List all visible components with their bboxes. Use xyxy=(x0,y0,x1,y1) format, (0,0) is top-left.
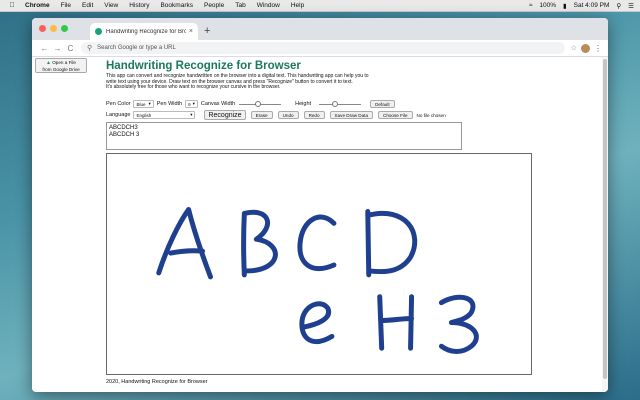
chevron-down-icon: ▾ xyxy=(192,101,195,106)
tab-handwriting[interactable]: Handwriting Recognize for Bro × xyxy=(90,23,198,40)
minimize-window-icon[interactable] xyxy=(50,25,57,32)
menu-history[interactable]: History xyxy=(129,2,149,9)
maximize-window-icon[interactable] xyxy=(61,25,68,32)
battery-icon[interactable]: ▮ xyxy=(563,2,567,10)
control-center-icon[interactable]: ☰ xyxy=(628,2,634,10)
erase-button[interactable]: Erase xyxy=(250,111,273,119)
reload-button[interactable]: C xyxy=(64,44,77,53)
stroke-digit-3 xyxy=(438,294,479,354)
menu-bookmarks[interactable]: Bookmarks xyxy=(160,2,193,9)
no-file-chosen-text: No file chosen xyxy=(416,112,446,118)
menu-view[interactable]: View xyxy=(104,2,118,9)
save-draw-data-button[interactable]: Save Draw Data xyxy=(329,111,373,119)
browser-menu-icon[interactable]: ⋮ xyxy=(594,44,602,53)
drive-button-line2: from Google Drive xyxy=(42,66,80,72)
battery-percent[interactable]: 100% xyxy=(539,2,556,9)
page-title: Handwriting Recognize for Browser xyxy=(106,60,301,72)
tab-close-icon[interactable]: × xyxy=(189,28,193,35)
wifi-icon[interactable]: ≈ xyxy=(529,2,533,9)
macos-menu-bar:  Chrome File Edit View History Bookmark… xyxy=(0,0,640,12)
stroke-letter-d xyxy=(365,209,418,278)
bookmark-star-icon[interactable]: ☆ xyxy=(571,44,577,52)
stroke-letter-c xyxy=(297,214,337,272)
scrollbar-thumb[interactable] xyxy=(603,59,607,379)
result-line: ABCDCH3 xyxy=(109,125,138,131)
google-drive-icon: ▲ xyxy=(46,60,51,66)
menu-extras: ≈ 100% ▮ Sat 4:09 PM ⚲ ☰ xyxy=(522,2,634,10)
pen-color-value: Blue xyxy=(136,101,146,107)
language-select[interactable]: English ▾ xyxy=(133,111,196,119)
browser-toolbar: ← → C ⚲ Search Google or type a URL ☆ ⋮ xyxy=(32,40,608,57)
menu-app-chrome[interactable]: Chrome xyxy=(25,2,50,9)
canvas-width-slider[interactable] xyxy=(239,100,282,108)
slider-track xyxy=(319,103,362,105)
page-footer: 2020, Handwriting Recognize for Browser xyxy=(106,379,208,385)
pen-width-label: Pen Width xyxy=(156,101,183,107)
browser-window: Handwriting Recognize for Bro × + ← → C … xyxy=(32,18,608,392)
stroke-letter-b xyxy=(241,209,278,278)
action-row: Language English ▾ Recognize Erase Undo … xyxy=(106,110,446,120)
tab-strip: Handwriting Recognize for Bro × + xyxy=(32,18,608,40)
recognize-button[interactable]: Recognize xyxy=(204,110,246,120)
drive-button-line1: Open a File xyxy=(52,60,76,65)
toolbar-right: ☆ ⋮ xyxy=(571,43,602,53)
back-button[interactable]: ← xyxy=(38,44,51,53)
open-google-drive-button[interactable]: ▲ Open a File from Google Drive xyxy=(35,58,87,73)
window-controls xyxy=(39,25,72,32)
language-value: English xyxy=(136,112,152,118)
page-scrollbar[interactable] xyxy=(602,57,608,391)
height-label: Height xyxy=(295,101,312,107)
recognition-result-textarea[interactable]: ABCDCH3 ABCDCH 3 xyxy=(106,122,462,150)
slider-knob[interactable] xyxy=(331,100,338,107)
close-window-icon[interactable] xyxy=(39,25,46,32)
search-icon[interactable]: ⚲ xyxy=(616,2,621,10)
description-line: It's absolutely free for those who want … xyxy=(106,84,281,91)
menu-help[interactable]: Help xyxy=(291,2,304,9)
profile-avatar[interactable] xyxy=(581,43,590,53)
pen-color-select[interactable]: Blue ▾ xyxy=(133,100,154,108)
canvas-width-label: Canvas Width xyxy=(200,101,236,107)
result-line: ABCDCH 3 xyxy=(109,132,140,138)
slider-knob[interactable] xyxy=(255,100,262,107)
height-slider[interactable] xyxy=(319,100,362,108)
stroke-letter-e xyxy=(299,301,335,344)
chevron-down-icon: ▾ xyxy=(148,101,151,106)
language-label: Language xyxy=(106,112,131,118)
new-tab-button[interactable]: + xyxy=(204,25,210,37)
tab-title: Handwriting Recognize for Bro xyxy=(106,28,186,35)
pen-color-label: Pen Color xyxy=(106,101,131,107)
pen-settings-row: Pen Color Blue ▾ Pen Width 9 ▾ Canvas Wi… xyxy=(106,100,395,108)
app-description: This app can convert and recognize handw… xyxy=(106,73,446,91)
address-placeholder: Search Google or type a URL xyxy=(97,45,176,51)
stroke-letter-h xyxy=(377,294,415,351)
address-bar[interactable]: ⚲ Search Google or type a URL xyxy=(81,42,565,54)
page-content: ▲ Open a File from Google Drive Handwrit… xyxy=(32,57,608,391)
drawing-canvas[interactable] xyxy=(106,153,532,375)
pen-width-value: 9 xyxy=(188,101,191,107)
redo-button[interactable]: Redo xyxy=(303,111,325,119)
site-favicon-icon xyxy=(95,28,102,35)
menu-tab[interactable]: Tab xyxy=(235,2,245,9)
apple-menu-icon[interactable]:  xyxy=(8,2,16,9)
menu-file[interactable]: File xyxy=(61,2,71,9)
menu-people[interactable]: People xyxy=(204,2,224,9)
pen-width-select[interactable]: 9 ▾ xyxy=(185,100,198,108)
default-button[interactable]: Default xyxy=(370,100,395,108)
forward-button[interactable]: → xyxy=(51,44,64,53)
menu-edit[interactable]: Edit xyxy=(82,2,93,9)
undo-button[interactable]: Undo xyxy=(277,111,299,119)
menu-window[interactable]: Window xyxy=(257,2,280,9)
chevron-down-icon: ▾ xyxy=(190,112,193,117)
handwriting-strokes xyxy=(156,207,479,354)
choose-file-button[interactable]: Choose File xyxy=(378,111,413,119)
menu-clock[interactable]: Sat 4:09 PM xyxy=(574,2,610,9)
stroke-letter-a xyxy=(156,207,213,280)
search-icon: ⚲ xyxy=(87,45,93,52)
